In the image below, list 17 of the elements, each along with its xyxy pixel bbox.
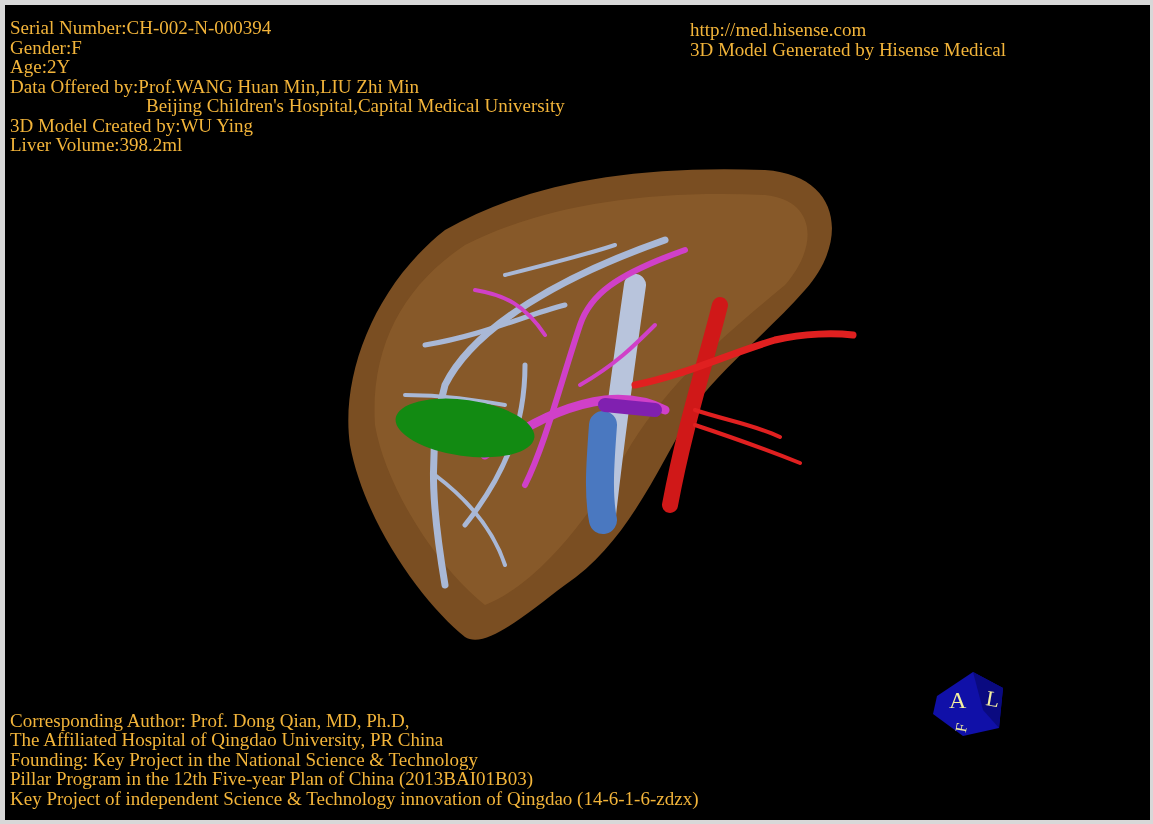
website-link[interactable]: http://med.hisense.com [690, 20, 867, 40]
cube-label: L [984, 685, 1002, 713]
info-text: Gender:F [10, 37, 82, 57]
info-text: Age:2Y [10, 57, 71, 77]
credit-text: Pillar Program in the 12th Five-year Plan of China (2013BAI01B03) [10, 769, 533, 789]
cube-label: F [952, 721, 971, 734]
credit-text: Founding: Key Project in the National Science & Technology [10, 749, 478, 769]
info-text: Serial Number:CH-002-N-000394 [10, 18, 272, 38]
info-text: 3D Model Generated by Hisense Medical [690, 39, 1007, 59]
cube-label: A [949, 687, 967, 713]
credit-text: The Affiliated Hospital of Qingdao University, PR China [10, 730, 444, 750]
info-text: Data Offered by:Prof.WANG Huan Min,LIU Zhi Min [10, 76, 420, 96]
credit-text: Corresponding Author: Prof. Dong Qian, MD, Ph.D, [10, 710, 410, 730]
info-text: Liver Volume:398.2ml [10, 135, 183, 155]
info-text: 3D Model Created by:WU Ying [10, 115, 254, 135]
credit-text: Key Project of independent Science & Technology innovation of Qingdao (14-6-1-6-zdzx) [10, 788, 699, 808]
info-text: Beijing Children's Hospital,Capital Medical University [146, 96, 565, 116]
